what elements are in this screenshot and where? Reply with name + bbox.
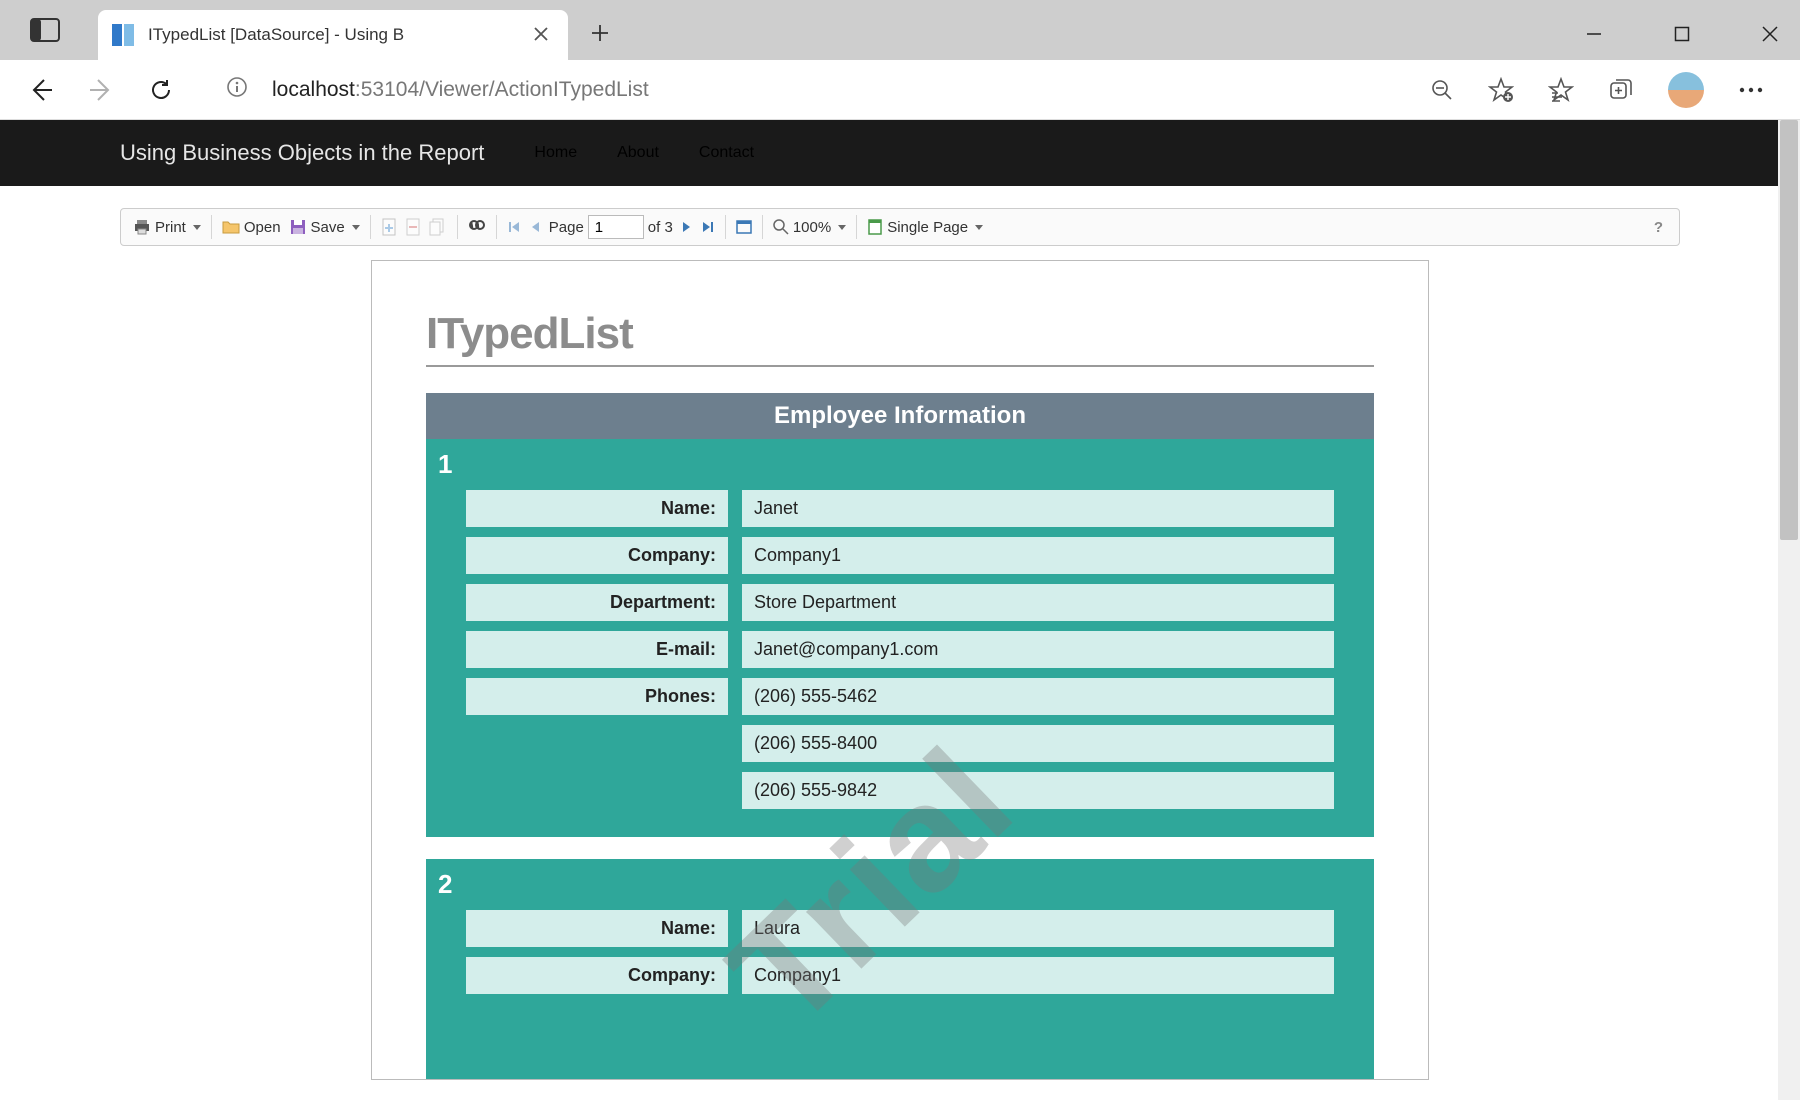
value-phone: (206) 555-5462	[742, 678, 1334, 715]
delete-page-icon[interactable]	[401, 215, 425, 239]
last-page-button[interactable]	[697, 217, 719, 237]
site-info-icon[interactable]	[226, 76, 248, 103]
first-page-button[interactable]	[503, 217, 525, 237]
back-button[interactable]	[16, 70, 66, 110]
page-number-input[interactable]	[588, 215, 644, 239]
scrollbar-thumb[interactable]	[1780, 120, 1798, 540]
open-button[interactable]: Open	[218, 216, 285, 239]
nav-contact[interactable]: Contact	[699, 144, 754, 162]
section-header: Employee Information	[426, 393, 1374, 439]
new-tab-button[interactable]	[568, 9, 632, 60]
tab-close-button[interactable]	[528, 24, 554, 47]
prev-page-button[interactable]	[525, 217, 545, 237]
employee-number: 1	[426, 447, 1374, 490]
window-controls	[1574, 14, 1790, 54]
nav-home[interactable]: Home	[534, 144, 577, 162]
vertical-scrollbar[interactable]	[1778, 120, 1800, 1100]
more-menu-icon[interactable]	[1738, 86, 1764, 94]
view-mode-button[interactable]: Single Page	[863, 216, 987, 239]
employee-number: 2	[426, 867, 1374, 910]
collections-icon[interactable]	[1608, 77, 1634, 103]
forward-button[interactable]	[76, 70, 126, 110]
label-company: Company:	[466, 537, 728, 574]
profile-avatar[interactable]	[1668, 72, 1704, 108]
refresh-button[interactable]	[136, 70, 186, 110]
tab-title: ITypedList [DataSource] - Using B	[148, 25, 520, 45]
site-title: Using Business Objects in the Report	[120, 140, 484, 166]
site-header: Using Business Objects in the Report Hom…	[0, 120, 1800, 186]
label-name: Name:	[466, 910, 728, 947]
value-email: Janet@company1.com	[742, 631, 1334, 668]
page-viewport: Using Business Objects in the Report Hom…	[0, 120, 1800, 1100]
report-page: ITypedList Employee Information 1 Name: J…	[371, 260, 1429, 1080]
close-window-button[interactable]	[1750, 14, 1790, 54]
browser-tab[interactable]: ITypedList [DataSource] - Using B	[98, 10, 568, 60]
value-department: Store Department	[742, 584, 1334, 621]
label-name: Name:	[466, 490, 728, 527]
value-name: Laura	[742, 910, 1334, 947]
minimize-button[interactable]	[1574, 14, 1614, 54]
new-page-icon[interactable]	[377, 215, 401, 239]
print-button[interactable]: Print	[129, 215, 205, 239]
employee-block: 2 Name: Laura Company: Company1	[426, 859, 1374, 1080]
maximize-button[interactable]	[1662, 14, 1702, 54]
browser-tab-strip: ITypedList [DataSource] - Using B	[0, 0, 1800, 60]
label-department: Department:	[466, 584, 728, 621]
value-phone: (206) 555-8400	[742, 725, 1334, 762]
zoom-out-icon[interactable]	[1430, 78, 1454, 102]
value-name: Janet	[742, 490, 1334, 527]
report-title: ITypedList	[426, 309, 1374, 359]
page-label: Page	[549, 219, 584, 236]
favorites-icon[interactable]	[1548, 77, 1574, 103]
tab-favicon-icon	[112, 24, 134, 46]
value-company: Company1	[742, 957, 1334, 994]
label-email: E-mail:	[466, 631, 728, 668]
report-toolbar: Print Open Save Page of 3	[120, 208, 1680, 246]
find-button[interactable]	[464, 216, 490, 238]
zoom-button[interactable]: 100%	[769, 216, 850, 239]
browser-nav-bar: localhost:53104/Viewer/ActionITypedList	[0, 60, 1800, 120]
url-bar[interactable]: localhost:53104/Viewer/ActionITypedList	[206, 68, 1410, 112]
label-phones: Phones:	[466, 678, 728, 715]
value-company: Company1	[742, 537, 1334, 574]
favorite-add-icon[interactable]	[1488, 77, 1514, 103]
help-button[interactable]: ?	[1646, 219, 1671, 236]
copy-page-icon[interactable]	[425, 215, 451, 239]
title-divider	[426, 365, 1374, 367]
tab-actions-icon[interactable]	[30, 18, 64, 44]
employee-block: 1 Name: Janet Company: Company1 Department…	[426, 439, 1374, 837]
fullscreen-button[interactable]	[732, 217, 756, 237]
value-phone: (206) 555-9842	[742, 772, 1334, 809]
label-company: Company:	[466, 957, 728, 994]
save-button[interactable]: Save	[285, 215, 364, 239]
page-of-label: of 3	[648, 219, 673, 236]
nav-about[interactable]: About	[617, 144, 659, 162]
url-text: localhost:53104/Viewer/ActionITypedList	[272, 78, 649, 102]
next-page-button[interactable]	[677, 217, 697, 237]
